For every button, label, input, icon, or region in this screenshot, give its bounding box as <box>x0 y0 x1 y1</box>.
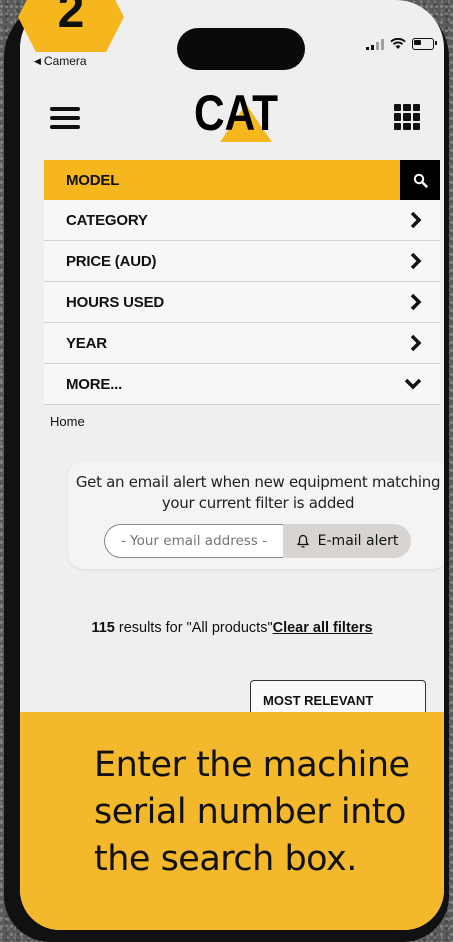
email-alert-description: Get an email alert when new equipment ma… <box>75 473 441 512</box>
filter-more[interactable]: MORE... <box>44 364 440 405</box>
filter-model[interactable]: MODEL <box>44 160 440 200</box>
filter-year[interactable]: YEAR <box>44 323 440 364</box>
apps-grid-icon[interactable] <box>394 104 420 130</box>
email-alert-form: E-mail alert <box>104 524 414 558</box>
step-number: 2 <box>58 0 85 38</box>
phone-frame: ◀ Camera CAT MODEL CATEGORY PRICE (AUD) … <box>4 0 449 942</box>
battery-icon <box>412 38 437 50</box>
filter-more-label: MORE... <box>66 375 123 393</box>
logo-text: CAT <box>194 85 278 141</box>
chevron-right-icon <box>410 293 422 311</box>
search-icon <box>413 173 428 188</box>
instruction-text: Enter the machine serial number into the… <box>94 745 410 879</box>
instruction-overlay: Enter the machine serial number into the… <box>20 712 444 930</box>
chevron-right-icon <box>410 252 422 270</box>
status-icons <box>366 38 437 50</box>
wifi-icon <box>390 38 406 49</box>
results-summary: 115 results for "All products"Clear all … <box>20 620 444 636</box>
filter-list: MODEL CATEGORY PRICE (AUD) HOURS USED YE… <box>44 160 440 405</box>
signal-icon <box>366 38 384 50</box>
filter-hours-label: HOURS USED <box>66 293 165 311</box>
cat-logo[interactable]: CAT <box>186 82 286 144</box>
email-alert-card: Get an email alert when new equipment ma… <box>68 461 444 569</box>
phone-screen: ◀ Camera CAT MODEL CATEGORY PRICE (AUD) … <box>20 0 444 930</box>
filter-hours-used[interactable]: HOURS USED <box>44 282 440 323</box>
filter-price[interactable]: PRICE (AUD) <box>44 241 440 282</box>
chevron-right-icon <box>410 211 422 229</box>
filter-model-label: MODEL <box>66 171 120 189</box>
filter-year-label: YEAR <box>66 334 107 352</box>
step-badge: 2 <box>18 0 124 52</box>
breadcrumb[interactable]: Home <box>50 414 85 429</box>
clear-filters-link[interactable]: Clear all filters <box>273 620 373 636</box>
email-alert-button[interactable]: E-mail alert <box>283 524 411 558</box>
chevron-right-icon <box>410 334 422 352</box>
search-button[interactable] <box>400 160 440 200</box>
back-to-camera-link[interactable]: ◀ Camera <box>34 54 87 68</box>
sort-selected-label: MOST RELEVANT <box>263 693 374 708</box>
results-count: 115 <box>91 620 115 636</box>
back-camera-label: Camera <box>43 54 87 68</box>
bell-icon <box>296 534 309 548</box>
filter-category[interactable]: CATEGORY <box>44 200 440 241</box>
filter-price-label: PRICE (AUD) <box>66 252 157 270</box>
dynamic-island <box>177 28 305 70</box>
breadcrumb-home[interactable]: Home <box>50 414 85 429</box>
results-text: results for "All products" <box>114 620 273 636</box>
hamburger-menu-icon[interactable] <box>50 107 80 129</box>
email-alert-label: E-mail alert <box>317 533 399 549</box>
back-triangle-icon: ◀ <box>34 55 41 66</box>
chevron-down-icon <box>404 378 422 390</box>
email-field[interactable] <box>104 524 283 558</box>
filter-category-label: CATEGORY <box>66 211 148 229</box>
